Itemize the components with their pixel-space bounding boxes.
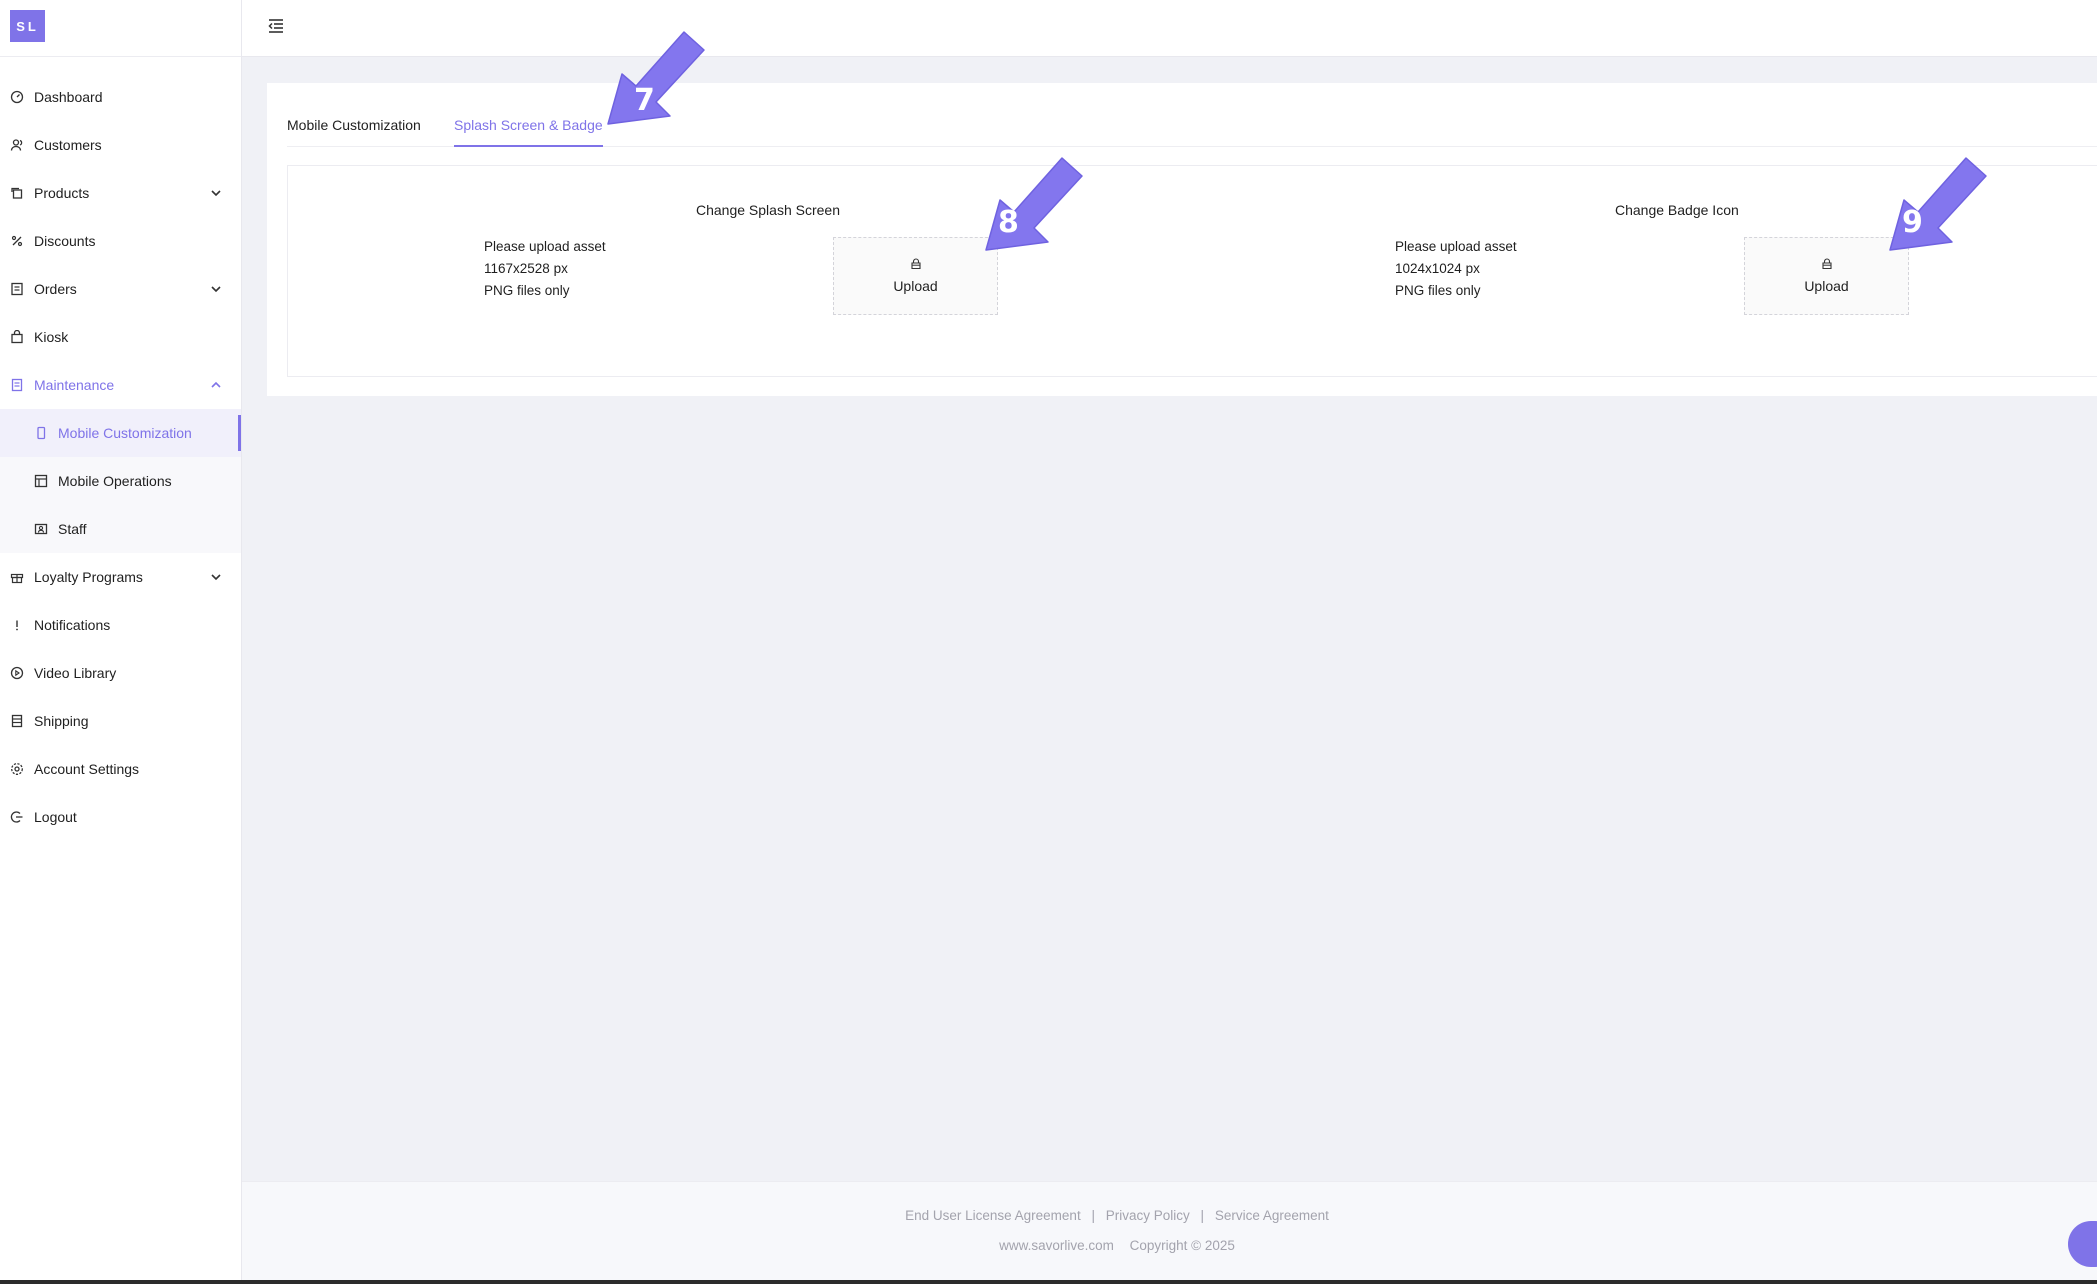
sidebar-item-label: Orders bbox=[34, 281, 77, 297]
sidebar-item-kiosk[interactable]: Kiosk bbox=[0, 313, 241, 361]
badge-section-title: Change Badge Icon bbox=[1615, 202, 1739, 218]
chevron-down-icon[interactable] bbox=[209, 282, 223, 296]
sidebar-item-discounts[interactable]: Discounts bbox=[0, 217, 241, 265]
gift-icon bbox=[10, 570, 24, 584]
sidebar: SL Dashboard Customers Products Discount… bbox=[0, 0, 242, 1284]
tab-splash-screen-badge[interactable]: Splash Screen & Badge bbox=[454, 117, 603, 147]
upload-label: Upload bbox=[893, 278, 938, 294]
annotation-arrow-9: 9 bbox=[1889, 157, 1987, 251]
splash-section-title: Change Splash Screen bbox=[696, 202, 840, 218]
footer-copyright: www.savorlive.com Copyright © 2025 bbox=[242, 1238, 1992, 1253]
logo-bar: SL bbox=[0, 0, 241, 57]
sidebar-item-label: Maintenance bbox=[34, 377, 115, 393]
id-card-icon bbox=[34, 522, 48, 536]
copyright-text: Copyright © 2025 bbox=[1129, 1238, 1235, 1253]
sidebar-item-products[interactable]: Products bbox=[0, 169, 241, 217]
badge-format: PNG files only bbox=[1395, 283, 1481, 298]
upload-icon bbox=[1821, 258, 1833, 270]
gear-icon bbox=[10, 762, 24, 776]
dashboard-icon bbox=[10, 90, 24, 104]
sidebar-item-customers[interactable]: Customers bbox=[0, 121, 241, 169]
tab-mobile-customization[interactable]: Mobile Customization bbox=[287, 117, 421, 145]
upload-label: Upload bbox=[1804, 278, 1849, 294]
sidebar-item-label: Shipping bbox=[34, 713, 89, 729]
badge-info-line: Please upload asset bbox=[1395, 239, 1517, 254]
sidebar-item-maintenance[interactable]: Maintenance bbox=[0, 361, 241, 409]
tab-bar: Mobile Customization Splash Screen & Bad… bbox=[287, 83, 2097, 147]
sidebar-item-label: Logout bbox=[34, 809, 77, 825]
splash-info-line: Please upload asset bbox=[484, 239, 606, 254]
content-card: Mobile Customization Splash Screen & Bad… bbox=[267, 83, 2097, 396]
shopping-bag-icon bbox=[10, 330, 24, 344]
window-bottom-edge bbox=[0, 1280, 2097, 1284]
sidebar-item-account-settings[interactable]: Account Settings bbox=[0, 745, 241, 793]
site-link[interactable]: www.savorlive.com bbox=[999, 1238, 1114, 1253]
layout-icon bbox=[34, 474, 48, 488]
footer-separator: | bbox=[1200, 1208, 1205, 1223]
logo[interactable]: SL bbox=[10, 10, 45, 42]
maintenance-submenu: Mobile Customization Mobile Operations S… bbox=[0, 409, 241, 553]
annotation-number-7: 7 bbox=[634, 83, 655, 118]
splash-badge-panel: Change Splash Screen Please upload asset… bbox=[287, 165, 2097, 377]
sidebar-item-staff[interactable]: Staff bbox=[0, 505, 241, 553]
splash-upload-button[interactable]: Upload bbox=[833, 237, 998, 315]
sidebar-item-mobile-customization[interactable]: Mobile Customization bbox=[0, 409, 241, 457]
sidebar-item-logout[interactable]: Logout bbox=[0, 793, 241, 841]
phone-icon bbox=[34, 426, 48, 440]
percent-icon bbox=[10, 234, 24, 248]
sidebar-item-label: Loyalty Programs bbox=[34, 569, 143, 585]
splash-dimensions: 1167x2528 px bbox=[484, 261, 568, 276]
sidebar-item-label: Customers bbox=[34, 137, 102, 153]
footer-separator: | bbox=[1091, 1208, 1095, 1223]
sidebar-item-label: Mobile Operations bbox=[58, 473, 172, 489]
sidebar-nav: Dashboard Customers Products Discounts O… bbox=[0, 73, 241, 841]
annotation-number-9: 9 bbox=[1902, 205, 1923, 240]
sidebar-item-label: Kiosk bbox=[34, 329, 69, 345]
splash-requirements: Please upload asset 1167x2528 px PNG fil… bbox=[484, 236, 606, 302]
users-icon bbox=[10, 138, 24, 152]
upload-icon bbox=[910, 258, 922, 270]
sidebar-item-video-library[interactable]: Video Library bbox=[0, 649, 241, 697]
sidebar-item-label: Discounts bbox=[34, 233, 96, 249]
sidebar-item-label: Account Settings bbox=[34, 761, 140, 777]
topbar bbox=[242, 0, 2097, 57]
annotation-arrow-8: 8 bbox=[985, 157, 1083, 251]
splash-format: PNG files only bbox=[484, 283, 570, 298]
footer-links: End User License Agreement | Privacy Pol… bbox=[242, 1208, 1992, 1223]
sidebar-item-mobile-operations[interactable]: Mobile Operations bbox=[0, 457, 241, 505]
clipboard-icon bbox=[10, 378, 24, 392]
sidebar-item-dashboard[interactable]: Dashboard bbox=[0, 73, 241, 121]
logout-icon bbox=[10, 810, 24, 824]
chevron-up-icon[interactable] bbox=[209, 378, 223, 392]
footer: End User License Agreement | Privacy Pol… bbox=[242, 1181, 2097, 1284]
sidebar-item-label: Products bbox=[34, 185, 90, 201]
menu-collapse-icon[interactable] bbox=[266, 16, 286, 36]
annotation-arrow-7: 7 bbox=[607, 31, 705, 125]
annotation-number-8: 8 bbox=[998, 205, 1019, 240]
play-circle-icon bbox=[10, 666, 24, 680]
eula-link[interactable]: End User License Agreement bbox=[905, 1208, 1081, 1223]
sidebar-item-notifications[interactable]: Notifications bbox=[0, 601, 241, 649]
badge-dimensions: 1024x1024 px bbox=[1395, 261, 1480, 276]
privacy-link[interactable]: Privacy Policy bbox=[1106, 1208, 1190, 1223]
sidebar-item-shipping[interactable]: Shipping bbox=[0, 697, 241, 745]
service-agreement-link[interactable]: Service Agreement bbox=[1215, 1208, 1329, 1223]
sidebar-item-loyalty-programs[interactable]: Loyalty Programs bbox=[0, 553, 241, 601]
sidebar-item-label: Mobile Customization bbox=[58, 425, 192, 441]
sidebar-item-label: Video Library bbox=[34, 665, 117, 681]
box-icon bbox=[10, 714, 24, 728]
sidebar-item-label: Staff bbox=[58, 521, 87, 537]
package-icon bbox=[10, 186, 24, 200]
chevron-down-icon[interactable] bbox=[209, 570, 223, 584]
sidebar-item-label: Notifications bbox=[34, 617, 111, 633]
list-icon bbox=[10, 282, 24, 296]
exclamation-icon bbox=[10, 618, 24, 632]
sidebar-item-label: Dashboard bbox=[34, 89, 103, 105]
sidebar-item-orders[interactable]: Orders bbox=[0, 265, 241, 313]
badge-requirements: Please upload asset 1024x1024 px PNG fil… bbox=[1395, 236, 1517, 302]
chevron-down-icon[interactable] bbox=[209, 186, 223, 200]
